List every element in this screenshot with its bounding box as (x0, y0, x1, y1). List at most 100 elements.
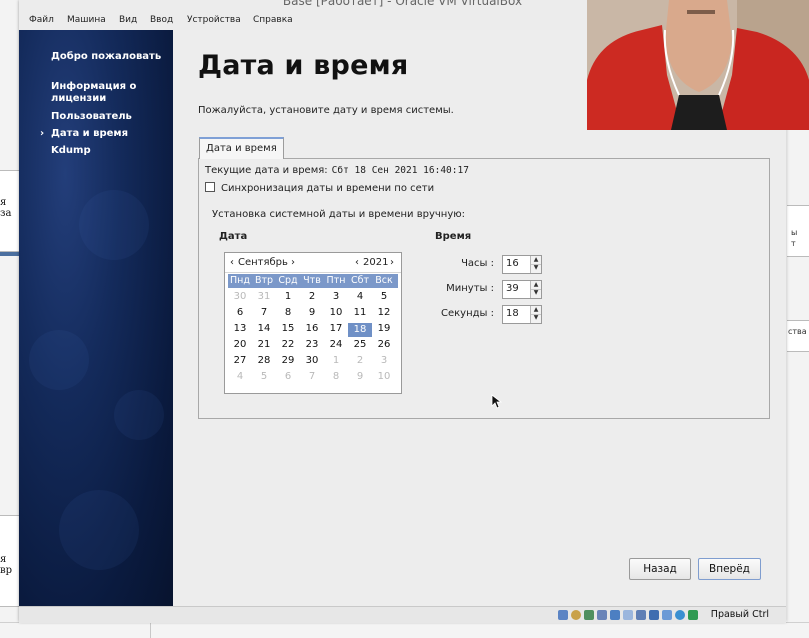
time-heading: Время (435, 231, 472, 242)
back-button[interactable]: Назад (629, 558, 691, 580)
menu-help[interactable]: Справка (253, 15, 293, 25)
minutes-value: 39 (506, 283, 519, 294)
decrement-arrow-icon[interactable]: ▼ (531, 314, 541, 322)
calendar-day[interactable]: 1 (324, 355, 348, 366)
tab-datetime[interactable]: Дата и время (199, 137, 284, 159)
background-text: я за (0, 197, 12, 219)
background-fragment: ы т (787, 205, 809, 257)
background-fragment: я вр (0, 515, 20, 607)
date-heading: Дата (219, 231, 248, 242)
calendar-day[interactable]: 3 (372, 355, 396, 366)
calendar-day[interactable]: 2 (348, 355, 372, 366)
manual-setting-label: Установка системной даты и времени вручн… (212, 209, 466, 220)
sidebar-item-welcome[interactable]: Добро пожаловать (51, 51, 169, 63)
audio-icon[interactable] (584, 610, 594, 620)
shared-folders-icon[interactable] (623, 610, 633, 620)
background-text: ы (791, 228, 798, 237)
calendar-day[interactable]: 13 (228, 323, 252, 334)
hours-value: 16 (506, 258, 519, 269)
calendar-day[interactable]: 7 (300, 371, 324, 382)
sidebar-decoration (59, 490, 139, 570)
current-datetime-value: Сбт 18 Сен 2021 16:40:17 (331, 165, 469, 176)
menu-devices[interactable]: Устройства (187, 15, 241, 25)
minutes-spinner[interactable]: 39 ▲ ▼ (502, 280, 542, 299)
background-taskbar-segment (150, 623, 389, 638)
sidebar-item-kdump[interactable]: Kdump (51, 145, 169, 157)
background-fragment: ства (787, 320, 809, 352)
video-capture-icon[interactable] (649, 610, 659, 620)
weekday-label: Птн (326, 275, 346, 286)
seconds-value: 18 (506, 308, 519, 319)
calendar-day[interactable]: 22 (276, 339, 300, 350)
cpu-icon[interactable] (662, 610, 672, 620)
ntp-sync-label: Синхронизация даты и времени по сети (221, 183, 435, 194)
calendar-day[interactable]: 8 (276, 307, 300, 318)
weekday-label: Срд (278, 275, 298, 286)
sidebar-decoration (29, 330, 89, 390)
menu-file[interactable]: Файл (29, 15, 54, 25)
calendar-day[interactable]: 12 (372, 307, 396, 318)
sidebar-item-license[interactable]: Информация о лицензии (51, 81, 169, 105)
ntp-sync-checkbox[interactable] (205, 182, 215, 192)
calendar-day[interactable]: 23 (300, 339, 324, 350)
background-taskbar (0, 622, 809, 638)
forward-button[interactable]: Вперёд (698, 558, 761, 580)
calendar-day[interactable]: 29 (276, 355, 300, 366)
calendar-day[interactable]: 20 (228, 339, 252, 350)
calendar-day[interactable]: 3 (324, 291, 348, 302)
calendar-day[interactable]: 6 (228, 307, 252, 318)
calendar-day[interactable]: 16 (300, 323, 324, 334)
display-icon[interactable] (636, 610, 646, 620)
prev-year-arrow-icon[interactable]: ‹ (355, 257, 359, 268)
calendar-day[interactable]: 21 (252, 339, 276, 350)
calendar-day[interactable]: 1 (276, 291, 300, 302)
menu-machine[interactable]: Машина (67, 15, 106, 25)
calendar-day[interactable]: 9 (348, 371, 372, 382)
optical-drive-icon[interactable] (571, 610, 581, 620)
hard-disk-icon[interactable] (558, 610, 568, 620)
calendar-day[interactable]: 19 (372, 323, 396, 334)
calendar-day[interactable]: 30 (228, 291, 252, 302)
calendar-day[interactable]: 4 (348, 291, 372, 302)
page-title: Дата и время (198, 50, 409, 81)
calendar-day[interactable]: 30 (300, 355, 324, 366)
prev-month-arrow-icon[interactable]: ‹ (230, 257, 234, 268)
menu-input[interactable]: Ввод (150, 15, 173, 25)
calendar-day[interactable]: 11 (348, 307, 372, 318)
calendar-day[interactable]: 9 (300, 307, 324, 318)
calendar-day[interactable]: 17 (324, 323, 348, 334)
calendar-day[interactable]: 5 (372, 291, 396, 302)
calendar-day[interactable]: 8 (324, 371, 348, 382)
decrement-arrow-icon[interactable]: ▼ (531, 289, 541, 297)
calendar-day[interactable]: 27 (228, 355, 252, 366)
calendar-day[interactable]: 26 (372, 339, 396, 350)
hours-spinner[interactable]: 16 ▲ ▼ (502, 255, 542, 274)
sidebar-item-user[interactable]: Пользователь (51, 111, 169, 123)
ntp-sync-option[interactable]: Синхронизация даты и времени по сети (205, 182, 434, 194)
calendar-day[interactable]: 4 (228, 371, 252, 382)
webcam-person-image (587, 0, 809, 130)
seconds-spinner[interactable]: 18 ▲ ▼ (502, 305, 542, 324)
next-year-arrow-icon[interactable]: › (390, 257, 394, 268)
calendar-day[interactable]: 24 (324, 339, 348, 350)
calendar-day[interactable]: 2 (300, 291, 324, 302)
sidebar-item-datetime[interactable]: Дата и время (40, 128, 169, 140)
calendar-day[interactable]: 25 (348, 339, 372, 350)
calendar-day[interactable]: 10 (372, 371, 396, 382)
calendar-day[interactable]: 15 (276, 323, 300, 334)
calendar-day[interactable]: 18 (348, 323, 372, 337)
network-icon[interactable] (597, 610, 607, 620)
menu-view[interactable]: Вид (119, 15, 137, 25)
calendar-day[interactable]: 10 (324, 307, 348, 318)
next-month-arrow-icon[interactable]: › (291, 257, 295, 268)
calendar-day[interactable]: 7 (252, 307, 276, 318)
mouse-integration-icon[interactable] (675, 610, 685, 620)
usb-icon[interactable] (610, 610, 620, 620)
calendar-day[interactable]: 6 (276, 371, 300, 382)
calendar-day[interactable]: 5 (252, 371, 276, 382)
calendar-day[interactable]: 14 (252, 323, 276, 334)
decrement-arrow-icon[interactable]: ▼ (531, 264, 541, 272)
calendar-day[interactable]: 28 (252, 355, 276, 366)
calendar-day[interactable]: 31 (252, 291, 276, 302)
keyboard-capture-icon[interactable] (688, 610, 698, 620)
